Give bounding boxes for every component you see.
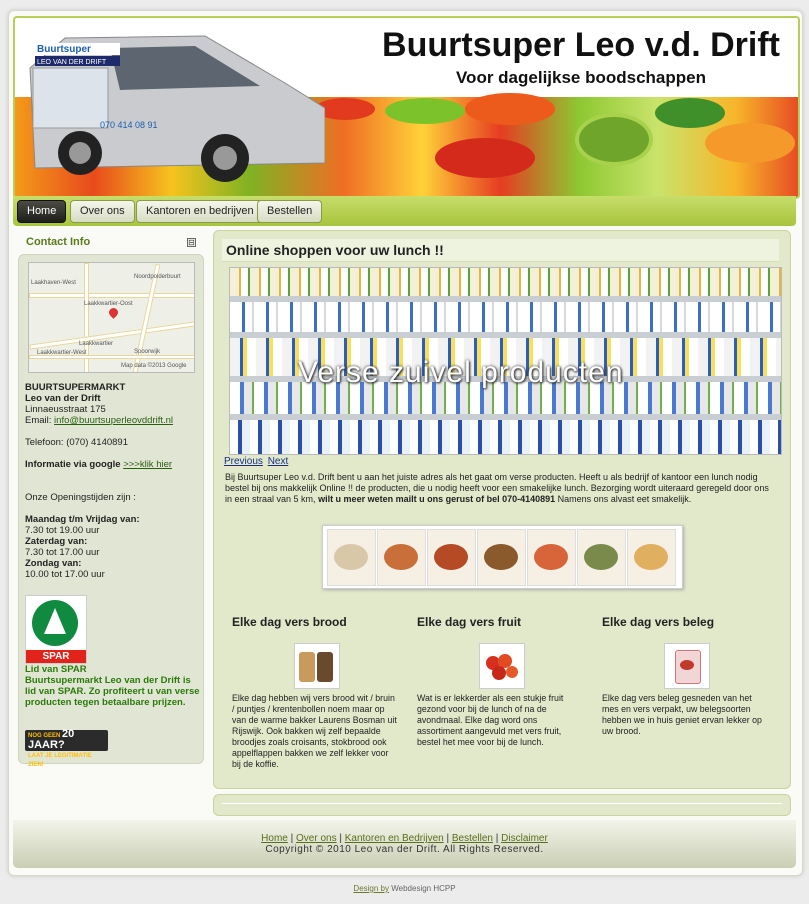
column-text-brood: Elke dag hebben wij vers brood wit / bru…	[232, 693, 397, 769]
nav-bestellen[interactable]: Bestellen	[257, 200, 323, 223]
footer-link-kantoren[interactable]: Kantoren en Bedrijven	[345, 833, 444, 844]
nav-home[interactable]: Home	[17, 200, 67, 223]
nav-over-ons[interactable]: Over ons	[70, 200, 135, 223]
address: Linnaeusstraat 175	[25, 404, 106, 415]
age-badge-number: 20 JAAR?	[28, 728, 75, 751]
design-by-link[interactable]: Design by	[353, 884, 389, 893]
site-title: Buurtsuper Leo v.d. Drift	[382, 26, 780, 64]
shop-name: BUURTSUPERMARKT	[25, 382, 126, 393]
contact-info-title: Contact Info	[26, 236, 91, 248]
column-text-fruit: Wat is er lekkerder als een stukje fruit…	[417, 693, 564, 747]
hours-title: Onze Openingstijden zijn :	[25, 492, 136, 503]
map-attribution: Map data ©2013 Google	[121, 363, 187, 369]
map-pin-icon	[107, 306, 120, 319]
food-photo	[427, 529, 476, 586]
map-label: Laakhaven-West	[31, 280, 76, 286]
intro-text: Bij Buurtsuper Leo v.d. Drift bent u aan…	[225, 472, 775, 505]
column-title-fruit: Elke dag vers fruit	[417, 615, 522, 629]
google-link[interactable]: >>>klik hier	[123, 459, 172, 470]
bread-image	[294, 643, 340, 689]
van-text-2: LEO VAN DER DRIFT	[37, 59, 107, 66]
hours-time: 10.00 tot 17.00 uur	[25, 569, 105, 580]
map-road	[29, 293, 194, 298]
slide-caption: Verse zuivel producten	[298, 356, 624, 389]
food-photo	[627, 529, 676, 586]
main-nav: Home Over ons Kantoren en bedrijven Best…	[13, 196, 796, 226]
van-text: Buurtsuper	[37, 44, 91, 55]
intro-part-2: Namens ons alvast eet smakelijk.	[557, 494, 692, 504]
footer-link-bestellen[interactable]: Bestellen	[452, 833, 493, 844]
intro-contact: wilt u meer weten mailt u ons gerust of …	[318, 494, 556, 504]
email-label: Email:	[25, 415, 52, 426]
header-banner: Buurtsuper LEO VAN DER DRIFT 070 414 08 …	[13, 16, 800, 199]
fruit-leaves	[655, 98, 725, 128]
map-label: Noordpolderbuurt	[134, 274, 181, 280]
hours-time: 7.30 tot 19.00 uur	[25, 525, 100, 536]
map-label: Laakkwartier	[79, 341, 114, 347]
spar-tree-icon	[44, 608, 66, 634]
spar-description: Buurtsupermarkt Leo van der Drift is lid…	[25, 675, 200, 708]
footer-link-home[interactable]: Home	[261, 833, 288, 844]
next-link[interactable]: Next	[268, 456, 289, 467]
copyright: Copyright © 2010 Leo van der Drift. All …	[265, 844, 544, 855]
design-credit: Design by Webdesign HCPP	[0, 884, 809, 893]
site-subtitle: Voor dagelijkse boodschappen	[455, 68, 706, 87]
food-photo	[577, 529, 626, 586]
fruit-pepper-green	[385, 98, 465, 124]
phone: Telefoon: (070) 4140891	[25, 437, 128, 448]
google-label: Informatie via google	[25, 459, 121, 470]
spar-logo[interactable]: SPAR	[25, 595, 87, 664]
column-title-beleg: Elke dag vers beleg	[602, 615, 715, 629]
main-heading: Online shoppen voor uw lunch !!	[226, 242, 444, 258]
products-row	[230, 302, 781, 332]
nav-kantoren-en-bedrijven[interactable]: Kantoren en bedrijven	[136, 200, 264, 223]
map-label: Laakkwartier-West	[37, 350, 87, 356]
food-photo	[377, 529, 426, 586]
footer-link-over-ons[interactable]: Over ons	[296, 833, 337, 844]
email-line: Email: info@buurtsuperleovddrift.nl	[25, 415, 173, 426]
email-link[interactable]: info@buurtsuperleovddrift.nl	[54, 415, 173, 426]
content-bottom-strip	[213, 794, 791, 816]
prev-link[interactable]: Previous	[224, 456, 263, 467]
google-line: Informatie via google >>>klik hier	[25, 459, 172, 470]
slideshow-image: Verse zuivel producten	[229, 267, 782, 455]
fruit-kiwi	[575, 113, 653, 166]
hours-time: 7.30 tot 17.00 uur	[25, 547, 100, 558]
fruit-image-small	[479, 643, 525, 689]
column-title-brood: Elke dag vers brood	[232, 615, 347, 629]
meat-image	[664, 643, 710, 689]
collapse-icon[interactable]: ⊟	[187, 238, 196, 247]
age-check-badge: NOG GEEN 20 JAAR? LAAT JE LEGITIMATIE ZI…	[25, 728, 108, 768]
footer-links: Home | Over ons | Kantoren en Bedrijven …	[261, 833, 548, 844]
owner-name: Leo van der Drift	[25, 393, 101, 404]
fruit-papaya	[465, 93, 555, 125]
food-photo-strip	[322, 525, 683, 589]
products-row	[230, 268, 781, 296]
column-text-beleg: Elke dag vers beleg gesneden van het mes…	[602, 693, 762, 736]
designer-name: Webdesign HCPP	[391, 884, 456, 893]
footer-link-disclaimer[interactable]: Disclaimer	[501, 833, 548, 844]
spar-info: Lid van SPAR Buurtsupermarkt Leo van der…	[25, 664, 201, 708]
food-photo	[327, 529, 376, 586]
map-image[interactable]: Noordpolderbuurt Laakhaven-West Laakkwar…	[28, 262, 195, 373]
products-row	[230, 420, 781, 454]
fruit-grapefruit	[705, 123, 795, 163]
hours-day: Maandag t/m Vrijdag van:	[25, 514, 140, 525]
delivery-van-image: Buurtsuper LEO VAN DER DRIFT 070 414 08 …	[29, 35, 325, 182]
hours-day: Zondag van:	[25, 558, 82, 569]
slideshow-pager: Previous Next	[224, 456, 290, 467]
hours-day: Zaterdag van:	[25, 536, 88, 547]
map-label: Laakkwartier-Oost	[84, 301, 133, 307]
fruit-tomato	[435, 138, 535, 178]
map-label: Spoorwijk	[134, 349, 161, 355]
footer: Home | Over ons | Kantoren en Bedrijven …	[13, 820, 796, 868]
food-photo	[477, 529, 526, 586]
food-photo	[527, 529, 576, 586]
van-phone: 070 414 08 91	[100, 120, 158, 130]
spar-title: Lid van SPAR	[25, 664, 87, 675]
spar-logo-text: SPAR	[26, 650, 86, 663]
